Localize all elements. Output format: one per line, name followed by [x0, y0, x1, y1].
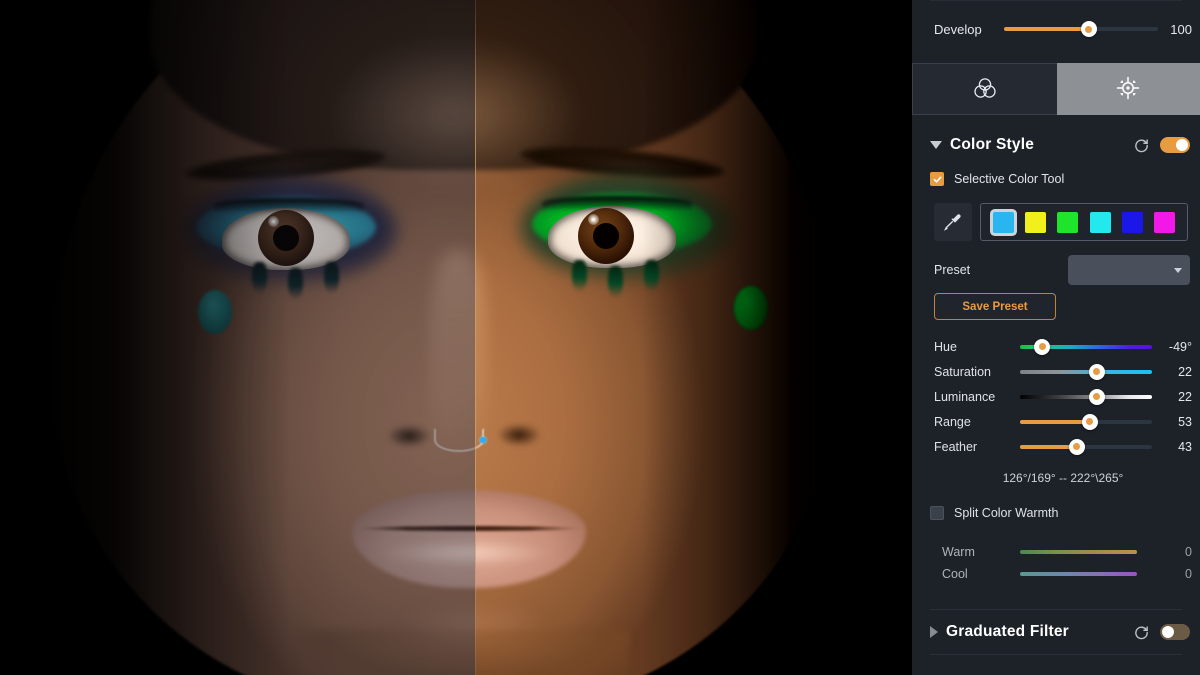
split-color-warmth-row[interactable]: Split Color Warmth	[912, 499, 1200, 527]
slider-knob[interactable]	[1034, 338, 1051, 355]
slider-value-hue: -49°	[1168, 339, 1192, 354]
slider-knob[interactable]	[1088, 363, 1105, 380]
crosshair-target-icon	[1115, 75, 1141, 104]
color-swatch-1[interactable]	[1024, 211, 1046, 233]
before-half-tint	[0, 0, 475, 675]
slider-knob[interactable]	[1068, 438, 1085, 455]
develop-slider[interactable]	[1003, 20, 1158, 38]
develop-row: Develop 100	[912, 1, 1200, 57]
slider-row-hue: Hue -49°	[912, 334, 1200, 359]
portrait-photo	[0, 0, 912, 675]
develop-value: 100	[1170, 21, 1192, 37]
color-wheels-icon	[972, 75, 998, 104]
warmth-value-warm: 0	[1185, 545, 1192, 559]
color-wheels-tab[interactable]	[912, 63, 1057, 115]
selective-color-tool-label: Selective Color Tool	[954, 172, 1065, 186]
save-preset-button[interactable]: Save Preset	[934, 293, 1056, 320]
color-swatch-0[interactable]	[992, 211, 1014, 233]
preset-label: Preset	[934, 263, 971, 277]
slider-label-hue: Hue	[934, 339, 957, 354]
warmth-slider-cool[interactable]	[1020, 567, 1156, 581]
color-style-title: Color Style	[950, 136, 1035, 153]
slider-saturation[interactable]	[1020, 363, 1152, 381]
reset-icon[interactable]	[1133, 137, 1150, 154]
split-color-warmth-label: Split Color Warmth	[954, 506, 1059, 520]
split-color-warmth-checkbox[interactable]	[930, 506, 944, 520]
slider-row-luminance: Luminance 22	[912, 384, 1200, 409]
eyedropper-button[interactable]	[934, 203, 972, 241]
slider-label-feather: Feather	[934, 439, 978, 454]
chevron-down-icon[interactable]	[930, 141, 942, 149]
warmth-label-cool: Cool	[942, 567, 968, 581]
photo-canvas[interactable]	[0, 0, 912, 675]
color-swatch-4[interactable]	[1121, 211, 1143, 233]
preset-dropdown[interactable]	[1068, 255, 1190, 285]
warmth-row-cool: Cool 0	[912, 563, 1200, 585]
color-swatch-3[interactable]	[1089, 211, 1111, 233]
editing-sidebar: Develop 100 Color Style Selective Color …	[912, 0, 1200, 675]
slider-luminance[interactable]	[1020, 388, 1152, 406]
slider-track[interactable]	[1020, 369, 1152, 374]
warmth-slider-track[interactable]	[1020, 572, 1137, 576]
slider-row-range: Range 53	[912, 409, 1200, 434]
color-swatch-2[interactable]	[1057, 211, 1079, 233]
chevron-right-icon[interactable]	[930, 626, 938, 638]
warmth-label-warm: Warm	[942, 545, 975, 559]
slider-row-saturation: Saturation 22	[912, 359, 1200, 384]
before-after-split-handle[interactable]	[475, 0, 476, 675]
color-picker-row	[912, 193, 1200, 241]
preset-row: Preset	[912, 241, 1200, 285]
slider-value-range: 53	[1178, 414, 1192, 429]
hue-range-readout: 126°/169° -- 222°\265°	[1002, 471, 1124, 485]
color-style-toggle[interactable]	[1160, 137, 1190, 153]
selective-color-tab[interactable]	[1056, 63, 1200, 115]
develop-label: Develop	[934, 21, 982, 37]
graduated-filter-toggle[interactable]	[1160, 624, 1190, 640]
warmth-slider-warm[interactable]	[1020, 545, 1156, 559]
warmth-value-cool: 0	[1185, 567, 1192, 581]
eyedropper-icon	[943, 211, 963, 234]
reset-icon[interactable]	[1133, 624, 1150, 641]
slider-track[interactable]	[1020, 444, 1152, 449]
slider-feather[interactable]	[1020, 438, 1152, 456]
warmth-sliders: Warm 0 Cool 0	[912, 527, 1200, 585]
graduated-filter-section-header[interactable]: Graduated Filter	[912, 610, 1200, 654]
develop-slider-knob[interactable]	[1080, 21, 1097, 37]
save-preset-row: Save Preset	[912, 285, 1200, 320]
chevron-down-icon	[1174, 267, 1182, 273]
selective-color-tool-row[interactable]: Selective Color Tool	[912, 165, 1200, 193]
panel-tabbar	[912, 63, 1200, 115]
slider-fill	[1020, 419, 1090, 424]
slider-knob[interactable]	[1081, 413, 1098, 430]
warmth-row-warm: Warm 0	[912, 541, 1200, 563]
slider-track[interactable]	[1020, 394, 1152, 399]
slider-value-feather: 43	[1178, 439, 1192, 454]
warmth-slider-track[interactable]	[1020, 550, 1137, 554]
slider-label-saturation: Saturation	[934, 364, 991, 379]
slider-label-luminance: Luminance	[934, 389, 996, 404]
color-sliders: Hue -49° Saturation 22 Luminance 22 Range 53 Fea…	[912, 320, 1200, 459]
photo-editor-window: Develop 100 Color Style Selective Color …	[0, 0, 1200, 675]
color-style-section-header[interactable]: Color Style	[912, 125, 1200, 165]
section-divider	[930, 654, 1182, 655]
graduated-filter-title: Graduated Filter	[946, 623, 1069, 640]
selective-color-tool-checkbox[interactable]	[930, 172, 944, 186]
slider-value-saturation: 22	[1178, 364, 1192, 379]
slider-row-feather: Feather 43	[912, 434, 1200, 459]
check-icon	[933, 176, 941, 183]
slider-knob[interactable]	[1088, 388, 1105, 405]
color-swatch-5[interactable]	[1154, 211, 1176, 233]
slider-range[interactable]	[1020, 413, 1152, 431]
after-half-overlay	[476, 0, 912, 675]
color-swatch-strip[interactable]	[980, 203, 1188, 241]
slider-hue[interactable]	[1020, 338, 1152, 356]
develop-slider-fill	[1003, 27, 1089, 31]
slider-label-range: Range	[934, 414, 971, 429]
slider-value-luminance: 22	[1178, 389, 1192, 404]
